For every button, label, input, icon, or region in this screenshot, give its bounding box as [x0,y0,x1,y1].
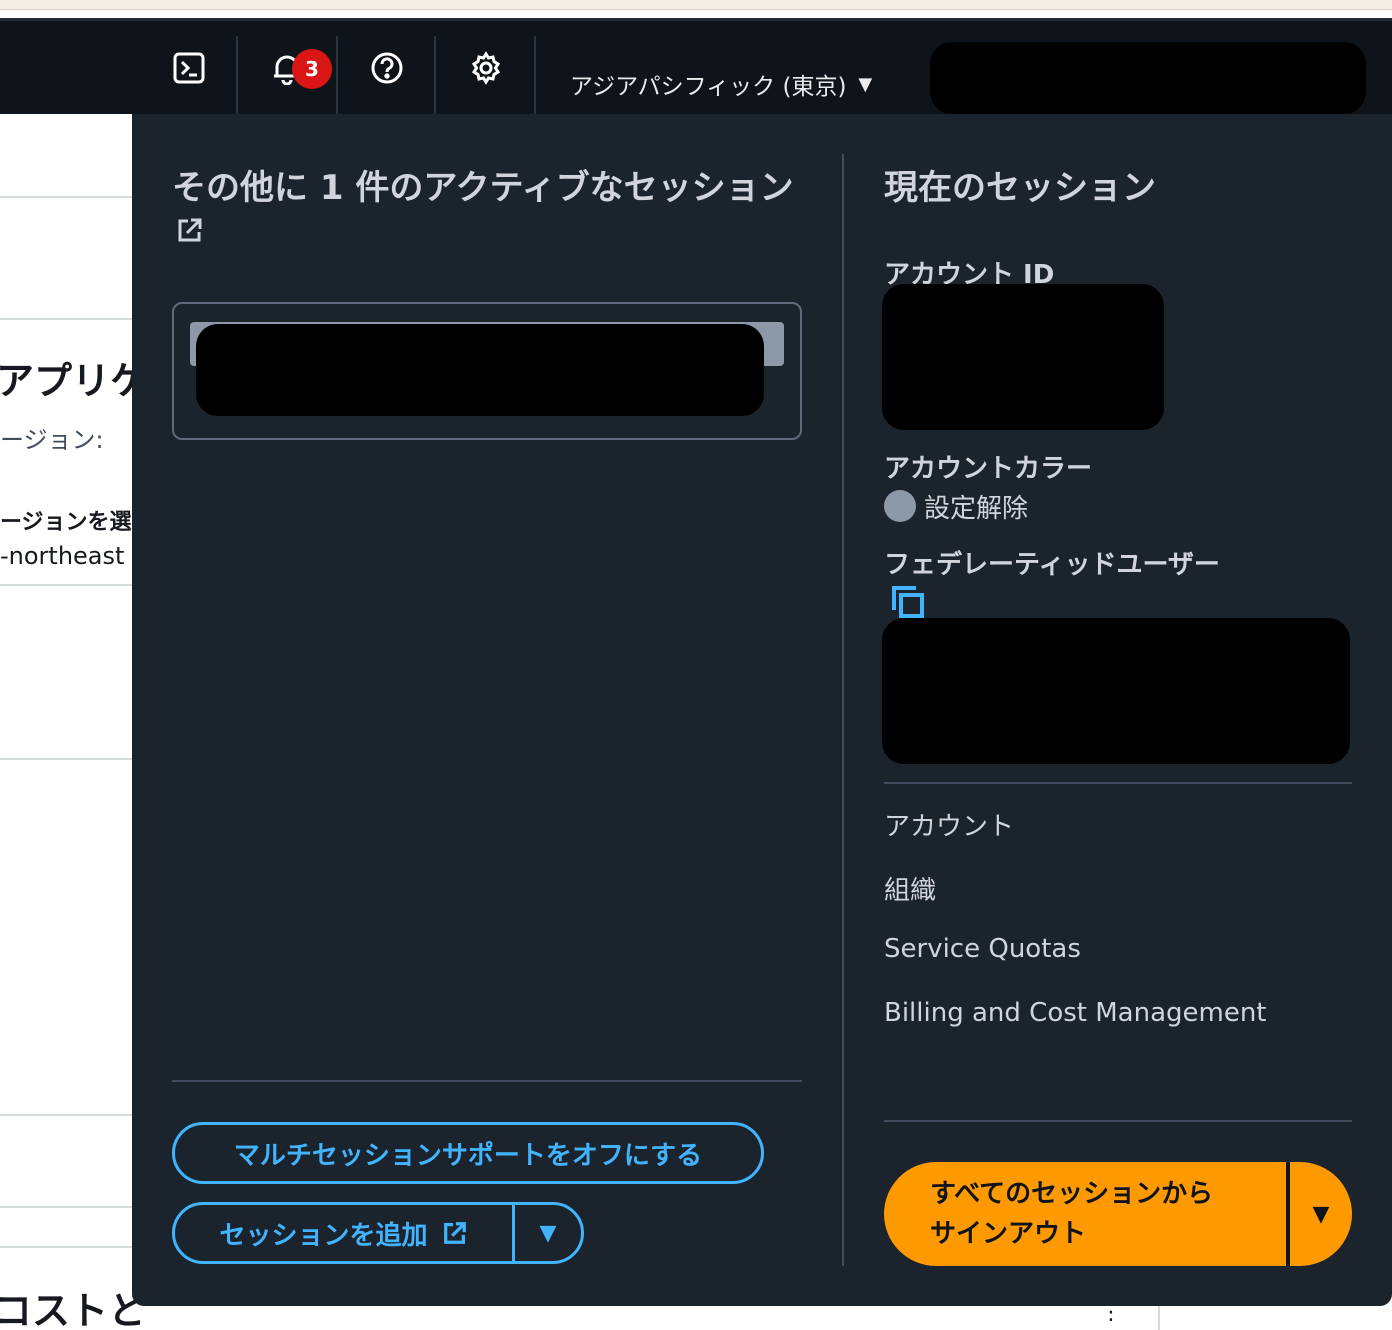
redacted-federated-user [882,618,1350,764]
divider [0,1246,140,1248]
browser-chrome-strip [0,0,1392,10]
link-billing[interactable]: Billing and Cost Management [884,998,1267,1028]
nav-divider [534,36,536,114]
divider [0,1114,140,1116]
cost-heading: コストと使用状況情報 [0,1289,140,1330]
notification-badge: 3 [292,49,332,89]
help-icon[interactable] [367,48,407,88]
link-organizations[interactable]: 組織 [884,870,936,907]
external-link-icon [443,1222,466,1244]
caret-down-icon: ▼ [858,73,873,95]
divider [0,196,140,198]
add-session-button-group: セッションを追加 ▼ [172,1202,584,1264]
current-session-title: 現在のセッション [884,168,1156,208]
signout-label-line1: すべてのセッションから [930,1179,1214,1209]
divider [0,1206,140,1208]
divider [884,1120,1352,1122]
nav-divider [336,36,338,114]
account-color-value: 設定解除 [924,494,1029,524]
redacted-account-id [882,284,1164,430]
add-session-dropdown[interactable]: ▼ [515,1205,581,1261]
account-color-label: アカウントカラー [884,454,1093,484]
add-session-label: セッションを追加 [219,1220,428,1251]
copy-icon[interactable] [890,584,926,620]
redacted-session-info [196,324,764,416]
nav-divider [236,36,238,114]
external-link-icon[interactable] [176,216,204,244]
top-navigation: 3 アジアパシフィック (東京) ▼ [0,18,1392,114]
page-title: アプリケ [0,359,140,403]
nav-divider [434,36,436,114]
region-value[interactable]: -northeast [0,542,124,570]
divider [172,1080,802,1082]
gear-icon[interactable] [466,48,506,88]
caret-down-icon: ▼ [1312,1201,1330,1227]
signout-button-group: すべてのセッションから サインアウト ▼ [884,1162,1352,1266]
divider [0,584,140,586]
version-select-label: ージョンを選 [0,510,132,535]
caret-down-icon: ▼ [539,1220,557,1246]
redacted-account-menu[interactable] [930,42,1366,114]
account-color-swatch [884,490,916,522]
divider [0,318,140,320]
region-label: アジアパシフィック (東京) [570,74,847,100]
link-account[interactable]: アカウント [884,806,1014,843]
divider [884,782,1352,784]
signout-dropdown[interactable]: ▼ [1290,1162,1352,1266]
nav-top-band [0,18,1392,21]
region-selector[interactable]: アジアパシフィック (東京) ▼ [570,66,872,102]
add-session-button[interactable]: セッションを追加 [175,1205,512,1261]
link-service-quotas[interactable]: Service Quotas [884,934,1081,964]
cloudshell-icon[interactable] [169,48,209,88]
federated-user-label: フェデレーティッドユーザー [884,550,1220,580]
version-text: ージョン: [0,426,104,454]
signout-all-button[interactable]: すべてのセッションから サインアウト [884,1162,1286,1266]
multi-session-off-button[interactable]: マルチセッションサポートをオフにする [172,1122,764,1184]
divider [0,758,140,760]
other-session-card[interactable] [172,302,802,440]
column-divider [842,154,844,1266]
session-dropdown-panel: その他に 1 件のアクティブなセッション マルチセッションサポートをオフにする … [132,114,1392,1306]
divider [1158,1304,1160,1330]
background-page: アプリケ ージョン: ージョンを選 -northeast コストと使用状況情報 [0,114,140,1330]
other-sessions-title: その他に 1 件のアクティブなセッション [172,168,794,208]
signout-label-line2: サインアウト [930,1219,1087,1249]
